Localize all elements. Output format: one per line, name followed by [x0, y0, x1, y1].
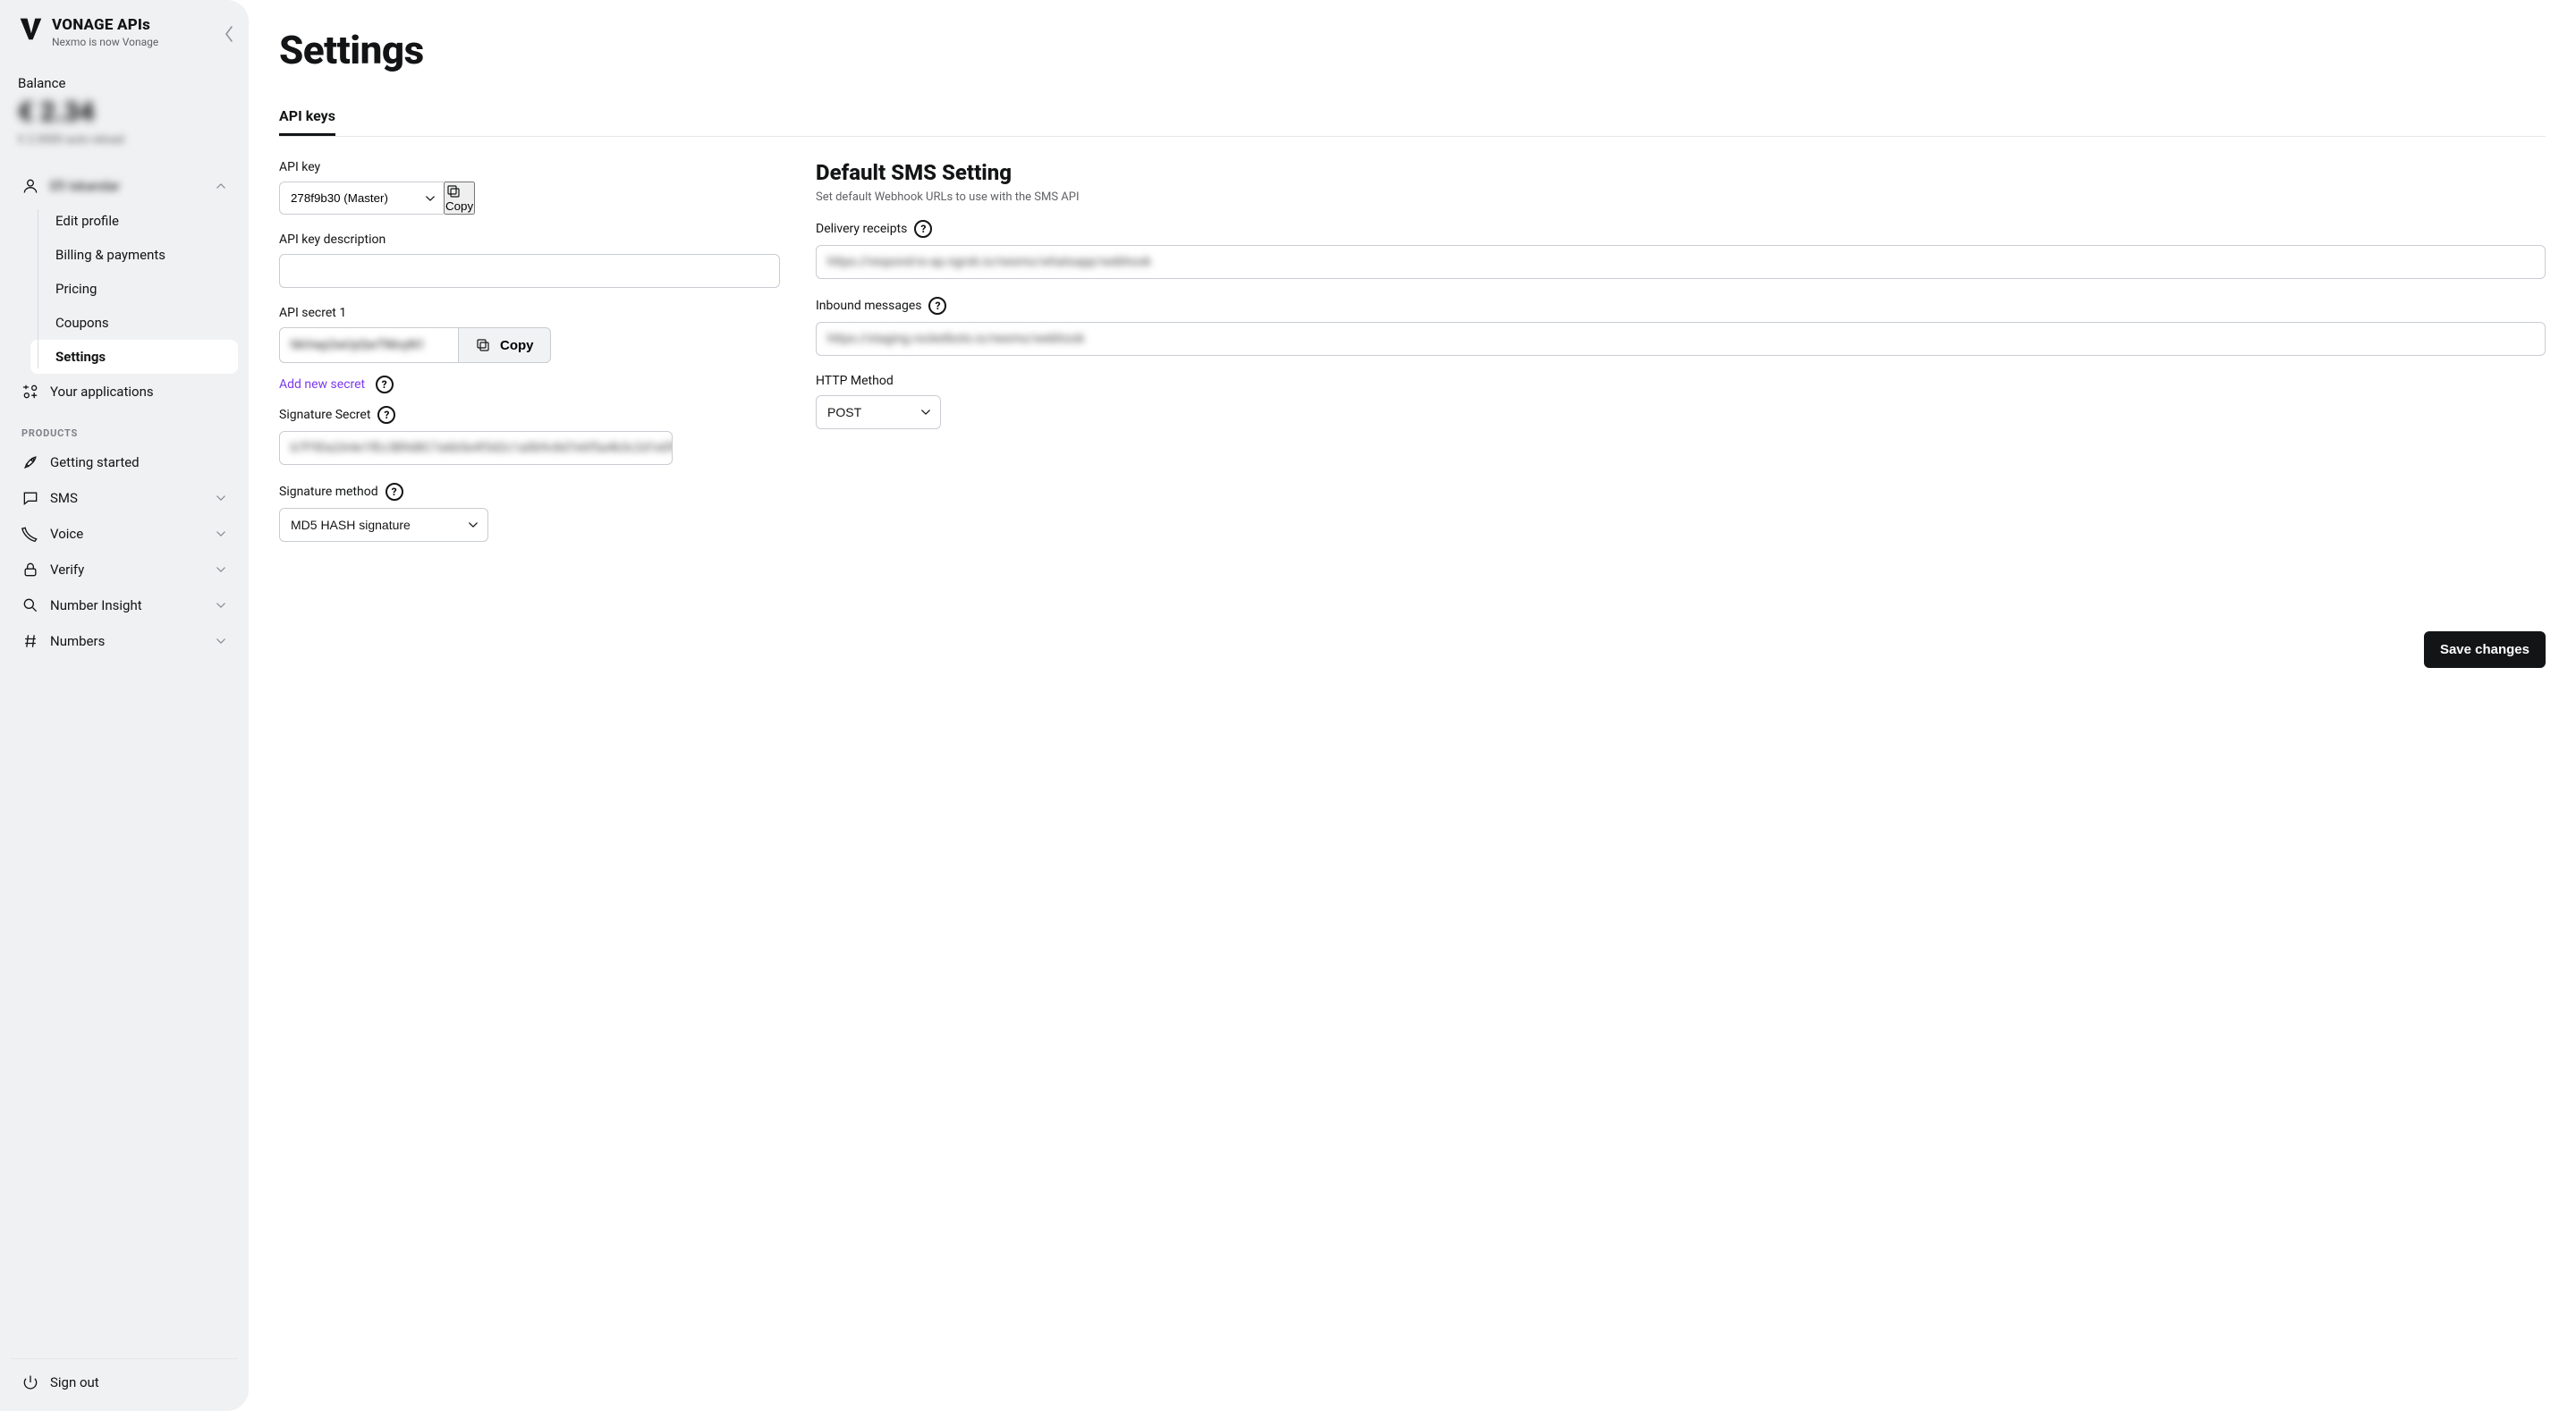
nav-numbers-label: Numbers [50, 633, 105, 649]
sidebar: VONAGE APIs Nexmo is now Vonage Balance … [0, 0, 249, 1411]
lock-icon [21, 561, 39, 579]
nav-billing[interactable]: Billing & payments [30, 238, 238, 272]
sms-section-title: Default SMS Setting [816, 160, 2546, 185]
api-key-label: API key [279, 160, 780, 174]
main-content: Settings API keys API key 278f9b30 (Mast… [249, 0, 2576, 1411]
help-inbound-messages[interactable]: ? [928, 297, 946, 315]
nav-sign-out[interactable]: Sign out [11, 1365, 238, 1400]
sidebar-collapse-button[interactable] [218, 16, 240, 52]
rocket-icon [21, 453, 39, 471]
user-icon [21, 177, 39, 195]
help-signature-secret[interactable]: ? [377, 406, 395, 424]
nav-number-insight-label: Number Insight [50, 597, 142, 613]
help-delivery-receipts[interactable]: ? [914, 220, 932, 238]
inbound-messages-label: Inbound messages [816, 299, 921, 313]
balance-subtext: € 2.0000 auto reload [18, 133, 231, 147]
power-icon [21, 1373, 39, 1391]
save-changes-button[interactable]: Save changes [2424, 631, 2546, 668]
nav-sms-label: SMS [50, 490, 78, 506]
vonage-logo-icon [18, 16, 43, 41]
nav-number-insight[interactable]: Number Insight [11, 587, 238, 623]
chevron-left-icon [224, 25, 234, 43]
search-icon [21, 596, 39, 614]
nav-coupons[interactable]: Coupons [30, 306, 238, 340]
user-menu-toggle[interactable]: Efi Iskandar [11, 168, 238, 204]
nav-numbers[interactable]: Numbers [11, 623, 238, 659]
nav-verify[interactable]: Verify [11, 552, 238, 587]
copy-icon [475, 337, 491, 353]
help-signature-method[interactable]: ? [386, 483, 403, 501]
signature-method-label: Signature method [279, 485, 378, 499]
api-secret-value: hkVwp2wUyQwTNIvyN1 [279, 327, 458, 363]
nav-sms[interactable]: SMS [11, 480, 238, 516]
phone-icon [21, 525, 39, 543]
tab-api-keys[interactable]: API keys [279, 98, 335, 136]
nav-voice[interactable]: Voice [11, 516, 238, 552]
balance-amount: € 2.34 [18, 97, 231, 128]
nav-getting-started[interactable]: Getting started [11, 444, 238, 480]
inbound-messages-input[interactable]: https://staging.rocketbots.io/nexmo/webh… [816, 322, 2546, 356]
nav-voice-label: Voice [50, 526, 83, 542]
add-new-secret-link[interactable]: Add new secret [279, 377, 365, 392]
delivery-receipts-input[interactable]: https://respond-io-ap.ngrok.io/nexmo/wha… [816, 245, 2546, 279]
brand: VONAGE APIs Nexmo is now Vonage [11, 16, 238, 48]
delivery-receipts-label: Delivery receipts [816, 222, 907, 236]
nav-your-applications[interactable]: Your applications [11, 374, 238, 410]
nav-verify-label: Verify [50, 562, 84, 578]
chevron-down-icon [215, 563, 227, 576]
chevron-down-icon [215, 528, 227, 540]
signature-method-select[interactable]: MD5 HASH signature [279, 508, 488, 542]
balance-label: Balance [18, 75, 231, 91]
nav-your-applications-label: Your applications [50, 384, 154, 400]
brand-title: VONAGE APIs [52, 16, 158, 34]
chevron-down-icon [215, 599, 227, 612]
nav-sign-out-label: Sign out [50, 1374, 99, 1390]
chevron-down-icon [215, 635, 227, 647]
http-method-label: HTTP Method [816, 374, 2546, 388]
api-key-select[interactable]: 278f9b30 (Master) [279, 182, 444, 215]
chat-icon [21, 489, 39, 507]
api-key-desc-label: API key description [279, 232, 780, 247]
sms-section-desc: Set default Webhook URLs to use with the… [816, 190, 2546, 204]
api-secret-label: API secret 1 [279, 306, 780, 320]
chevron-up-icon [215, 180, 227, 192]
user-name: Efi Iskandar [50, 178, 120, 194]
http-method-select[interactable]: POST [816, 395, 941, 429]
copy-api-key-button[interactable]: Copy [444, 182, 475, 215]
hash-icon [21, 632, 39, 650]
help-add-secret[interactable]: ? [376, 376, 394, 393]
nav-getting-started-label: Getting started [50, 454, 140, 470]
nav-edit-profile[interactable]: Edit profile [30, 204, 238, 238]
balance-block: Balance € 2.34 € 2.0000 auto reload [11, 75, 238, 147]
nav-settings[interactable]: Settings [30, 340, 238, 374]
chevron-down-icon [215, 492, 227, 504]
copy-icon [445, 183, 473, 199]
copy-api-key-label: Copy [445, 199, 473, 213]
nav-pricing[interactable]: Pricing [30, 272, 238, 306]
page-title: Settings [279, 27, 2546, 73]
copy-api-secret-label: Copy [500, 338, 534, 353]
signature-secret-input[interactable]: b7F9Da2A4e1fEc3B9d8C7a6b5e4f3d2c1a0b9c8d… [279, 431, 673, 465]
copy-api-secret-button[interactable]: Copy [458, 327, 551, 363]
brand-subtitle: Nexmo is now Vonage [52, 36, 158, 48]
apps-icon [21, 383, 39, 401]
products-section-label: PRODUCTS [21, 427, 227, 439]
signature-secret-label: Signature Secret [279, 408, 370, 422]
tabs: API keys [279, 98, 2546, 137]
api-key-description-input[interactable] [279, 254, 780, 288]
user-submenu: Edit profile Billing & payments Pricing … [30, 204, 238, 374]
